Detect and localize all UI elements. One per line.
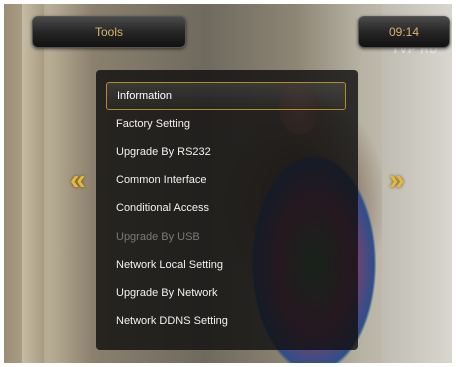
clock-box: 09:14 — [358, 16, 450, 48]
tv-screen: TVP HD Tools 09:14 « » Information Facto… — [4, 4, 452, 363]
menu-item-common-interface[interactable]: Common Interface — [106, 166, 346, 194]
menu-item-upgrade-by-network[interactable]: Upgrade By Network — [106, 279, 346, 307]
menu-item-upgrade-by-usb: Upgrade By USB — [116, 230, 200, 243]
menu-title: Tools — [94, 25, 123, 39]
background-door-frame — [22, 4, 44, 363]
menu-item-upgrade-by-rs232[interactable]: Upgrade By RS232 — [106, 138, 346, 166]
tools-menu-panel: Information Factory Setting Upgrade By R… — [96, 70, 358, 350]
clock-time: 09:14 — [388, 25, 420, 39]
menu-item-conditional-access[interactable]: Conditional Access — [106, 194, 346, 222]
double-chevron-left-icon[interactable]: « — [70, 164, 86, 196]
double-chevron-right-icon[interactable]: » — [389, 164, 405, 196]
menu-item-network-local-setting[interactable]: Network Local Setting — [106, 251, 346, 279]
tools-menu-list: Information Factory Setting Upgrade By R… — [106, 82, 346, 335]
menu-title-box: Tools — [32, 16, 186, 48]
menu-item-information[interactable]: Information — [106, 82, 346, 111]
menu-item-network-ddns-setting[interactable]: Network DDNS Setting — [106, 307, 346, 335]
menu-item-factory-setting[interactable]: Factory Setting — [106, 110, 346, 138]
